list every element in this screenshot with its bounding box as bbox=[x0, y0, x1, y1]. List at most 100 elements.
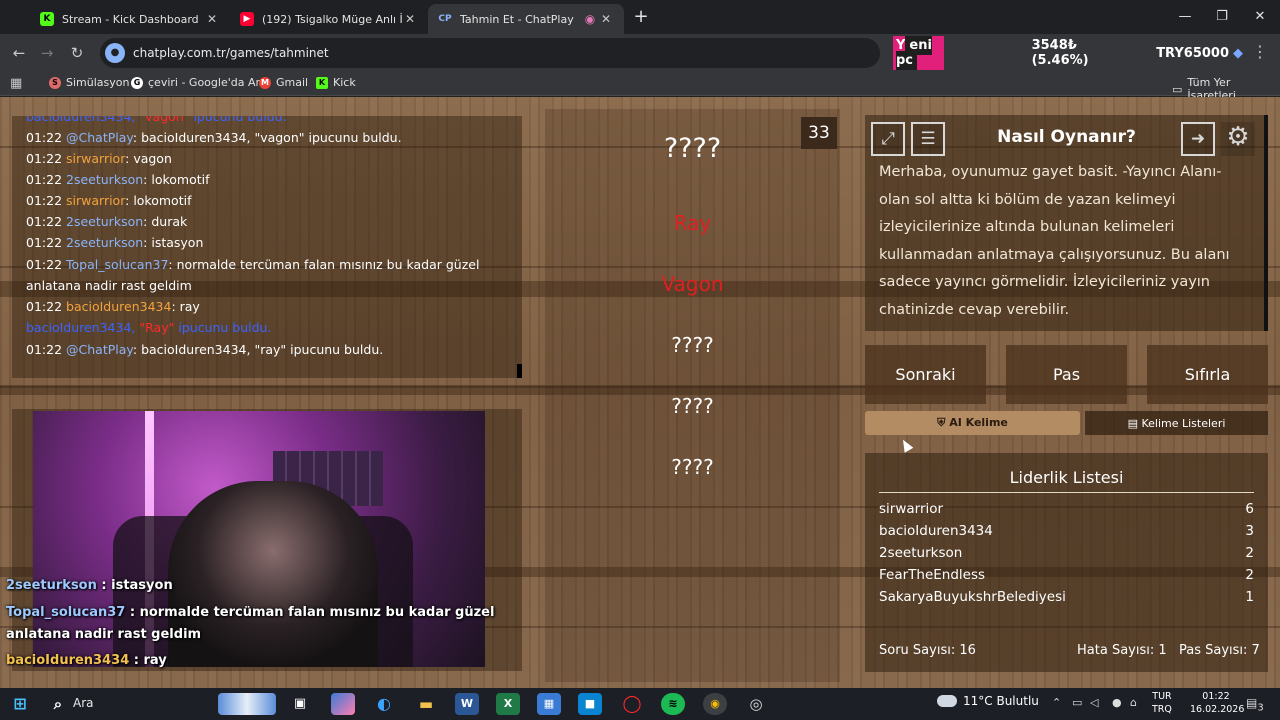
chat-line-partial: bacioIduren3434, "vagon" ipucunu buldu. bbox=[26, 116, 506, 127]
clock-date: 16.02.2026 bbox=[1190, 704, 1245, 715]
hidden-word: ???? bbox=[671, 455, 714, 479]
close-tab-icon[interactable]: ✕ bbox=[204, 12, 220, 26]
chat-line: 01:22 2seeturkson: durak bbox=[26, 214, 188, 229]
volume-icon[interactable]: ◁ bbox=[1090, 696, 1098, 709]
browser-menu-icon[interactable]: ⋮ bbox=[1252, 42, 1268, 64]
copilot-icon[interactable] bbox=[331, 693, 355, 715]
chat-time: 01:22 bbox=[26, 172, 63, 187]
file-explorer-icon[interactable]: ▬ bbox=[414, 693, 438, 715]
chat-time: 01:22 bbox=[26, 342, 63, 357]
maximize-button[interactable]: ❐ bbox=[1207, 6, 1237, 28]
bookmark-ceviri[interactable]: Gçeviri - Google'da Ara bbox=[131, 76, 267, 89]
new-tab-button[interactable]: + bbox=[630, 6, 652, 28]
chat-username[interactable]: @ChatPlay bbox=[66, 130, 133, 145]
search-icon[interactable]: ⌕ bbox=[46, 693, 70, 715]
chrome-icon[interactable]: ◉ bbox=[703, 693, 727, 715]
chat-message: ipucunu buldu. bbox=[193, 116, 287, 124]
chat-username[interactable]: 2seeturkson bbox=[66, 172, 143, 187]
chat-username[interactable]: Topal_solucan37 bbox=[66, 257, 168, 272]
bookmark-kick[interactable]: K Kick bbox=[316, 76, 356, 89]
mic-icon[interactable]: ● bbox=[1112, 696, 1122, 709]
cloud-icon bbox=[937, 695, 957, 707]
minimize-button[interactable]: — bbox=[1170, 6, 1200, 28]
tab-chatplay[interactable]: CP Tahmin Et - ChatPlay ◉ ✕ bbox=[428, 4, 624, 34]
chat-hint-word: "Ray" bbox=[139, 320, 175, 335]
windows-start-icon[interactable]: ⊞ bbox=[8, 693, 32, 715]
chat-message: lokomotif bbox=[133, 193, 192, 208]
bookmark-label: Gmail bbox=[276, 76, 309, 89]
chat-message: istasyon bbox=[151, 235, 204, 250]
opera-icon[interactable]: ◯ bbox=[620, 693, 644, 715]
word-icon[interactable]: W bbox=[455, 693, 479, 715]
chat-panel[interactable]: bacioIduren3434, "vagon" ipucunu buldu. … bbox=[12, 116, 522, 378]
back-button[interactable]: ← bbox=[8, 42, 30, 64]
overlay-username: bacioIduren3434 bbox=[6, 653, 130, 668]
chat-message: normalde tercüman falan mısınız bu kadar… bbox=[176, 257, 480, 272]
player-name: sirwarrior bbox=[879, 501, 944, 517]
taskbar-clock[interactable]: 01:22 16.02.2026 bbox=[1190, 690, 1245, 716]
weather-text: 11°C Bulutlu bbox=[963, 694, 1039, 708]
store-icon[interactable]: ■ bbox=[578, 693, 602, 715]
folder-icon: ▭ bbox=[1172, 82, 1183, 96]
chat-scrollbar[interactable] bbox=[517, 364, 522, 378]
edge-icon[interactable]: ◐ bbox=[372, 693, 396, 715]
reset-button[interactable]: Sıfırla bbox=[1147, 345, 1268, 404]
leaderboard-title: Liderlik Listesi bbox=[1009, 468, 1124, 487]
player-name: SakaryaBuyukshrBelediyesi bbox=[879, 589, 1066, 605]
chat-username[interactable]: 2seeturkson bbox=[66, 235, 143, 250]
ai-word-label: AI Kelime bbox=[949, 416, 1008, 429]
forward-button[interactable]: → bbox=[36, 42, 58, 64]
word-lists-button[interactable]: ▤ Kelime Listeleri bbox=[1085, 411, 1268, 435]
apps-grid-icon[interactable]: ▦ bbox=[10, 76, 22, 91]
taskbar-search-label[interactable]: Ara bbox=[73, 696, 94, 710]
close-tab-icon[interactable]: ✕ bbox=[598, 12, 614, 26]
chat-username[interactable]: 2seeturkson bbox=[66, 214, 143, 229]
close-tab-icon[interactable]: ✕ bbox=[402, 12, 418, 26]
chat-time: 01:22 bbox=[26, 257, 63, 272]
forbidden-word: Ray bbox=[673, 211, 712, 235]
ticker-price: TRY65000 bbox=[1156, 45, 1229, 61]
obs-icon[interactable]: ◎ bbox=[744, 693, 768, 715]
search-highlight-icon[interactable] bbox=[218, 693, 276, 715]
hidden-word: ???? bbox=[671, 333, 714, 357]
address-bar[interactable]: ● chatplay.com.tr/games/tahminet bbox=[100, 38, 880, 68]
logout-icon[interactable]: ➜ bbox=[1181, 122, 1215, 156]
panel-scrollbar[interactable] bbox=[1264, 115, 1268, 331]
chatplay-icon: CP bbox=[438, 14, 452, 24]
next-button[interactable]: Sonraki bbox=[865, 345, 986, 404]
player-name: FearTheEndless bbox=[879, 567, 986, 583]
pass-button[interactable]: Pas bbox=[1006, 345, 1127, 404]
tab-youtube[interactable]: ▶ (192) Tsigalko Müge Anlı İzliyor ✕ bbox=[230, 4, 428, 34]
recording-icon: ◉ bbox=[584, 12, 596, 26]
excel-icon[interactable]: X bbox=[496, 693, 520, 715]
how-to-play-text: Merhaba, oyunumuz gayet basit. -Yayıncı … bbox=[879, 164, 1230, 318]
close-window-button[interactable]: ✕ bbox=[1245, 6, 1275, 28]
weather-widget[interactable]: 11°C Bulutlu bbox=[937, 694, 1039, 708]
bookmark-simulasyon[interactable]: S Simülasyon bbox=[49, 76, 129, 89]
settings-gear-icon[interactable]: ⚙ bbox=[1221, 122, 1255, 156]
chat-time: 01:22 bbox=[26, 130, 63, 145]
task-view-icon[interactable]: ▣ bbox=[288, 693, 312, 715]
lang-bottom: TRQ bbox=[1152, 704, 1172, 715]
ai-word-button[interactable]: ⛨ AI Kelime bbox=[865, 411, 1080, 435]
bookmark-gmail[interactable]: M Gmail bbox=[259, 76, 308, 89]
language-indicator[interactable]: TUR TRQ bbox=[1152, 690, 1172, 716]
url-text: chatplay.com.tr/games/tahminet bbox=[133, 46, 329, 60]
overlay-message: : istasyon bbox=[96, 578, 173, 593]
spotify-icon[interactable]: ≋ bbox=[661, 693, 685, 715]
calculator-icon[interactable]: ▦ bbox=[537, 693, 561, 715]
chat-username[interactable]: sirwarrior bbox=[66, 193, 125, 208]
tray-chevron-icon[interactable]: ⌃ bbox=[1052, 696, 1061, 709]
overlay-chat-line: 2seeturkson : istasyon bbox=[6, 575, 173, 597]
chat-username[interactable]: sirwarrior bbox=[66, 151, 125, 166]
chat-time: 01:22 bbox=[26, 214, 63, 229]
chat-username[interactable]: @ChatPlay bbox=[66, 342, 133, 357]
battery-icon[interactable]: ▭ bbox=[1072, 696, 1082, 709]
chat-username[interactable]: bacioIduren3434 bbox=[66, 299, 171, 314]
reload-button[interactable]: ↻ bbox=[66, 42, 88, 64]
tab-kick-dashboard[interactable]: K Stream - Kick Dashboard ✕ bbox=[30, 4, 230, 34]
site-info-icon[interactable]: ● bbox=[105, 43, 125, 63]
notifications-icon[interactable]: ▤3 bbox=[1246, 696, 1264, 713]
player-score: 3 bbox=[1245, 523, 1254, 539]
network-icon[interactable]: ⌂ bbox=[1130, 696, 1137, 709]
